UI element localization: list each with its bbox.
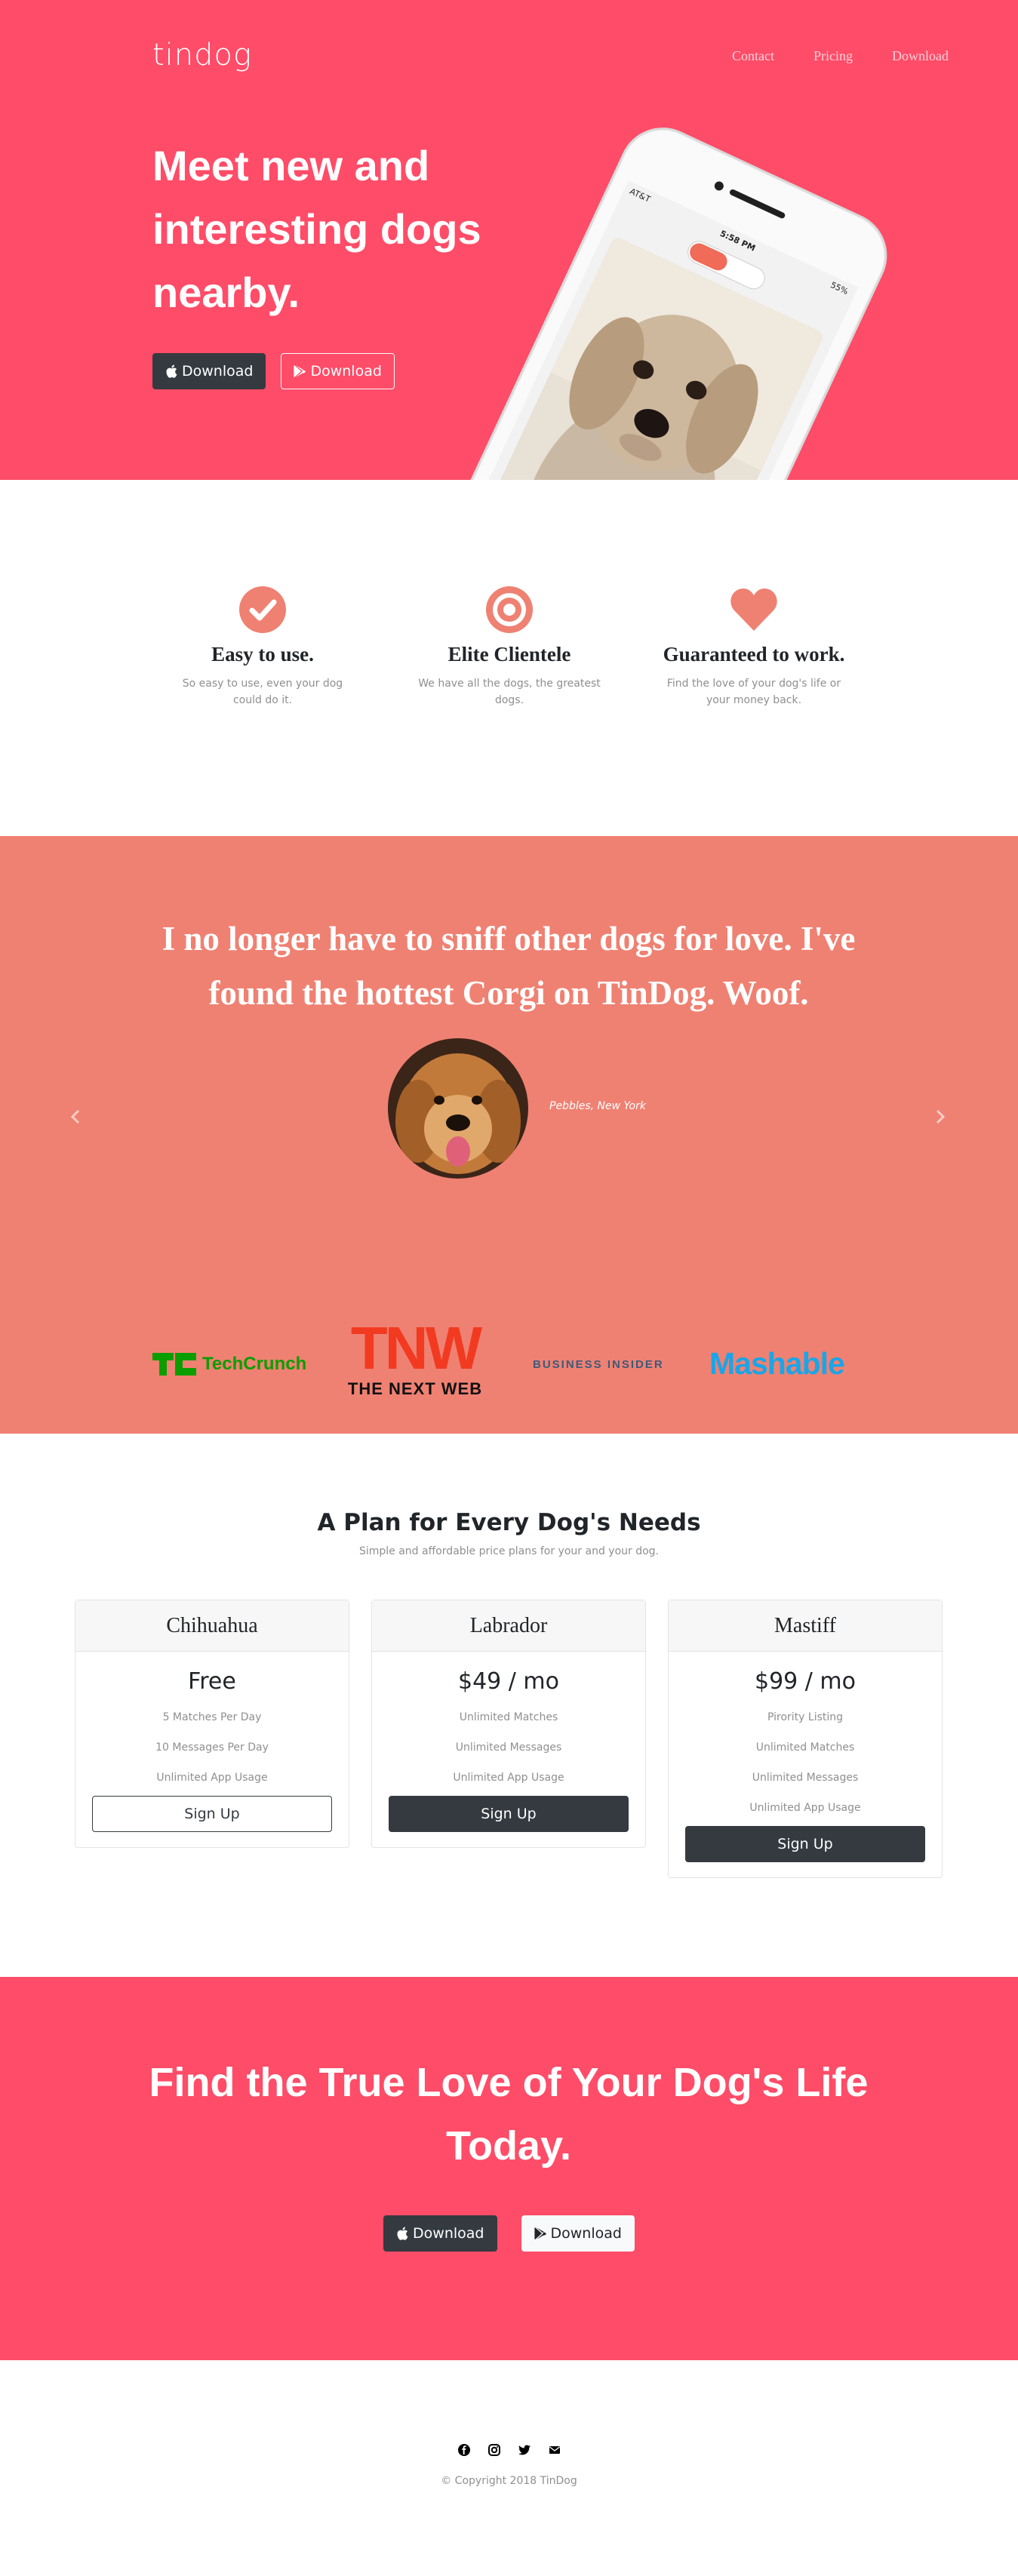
- pricing-section: A Plan for Every Dog's Needs Simple and …: [0, 1434, 1018, 1977]
- feature-title: Elite Clientele: [447, 643, 571, 666]
- envelope-icon[interactable]: [548, 2443, 561, 2457]
- cta-title: Find the True Love of Your Dog's Life To…: [149, 2060, 869, 2169]
- google-play-download-label: Download: [310, 363, 382, 380]
- check-circle-icon: [239, 586, 286, 633]
- tnw-wordmark: TNW: [350, 1314, 482, 1382]
- google-play-download-button[interactable]: Download: [281, 353, 395, 389]
- plan-feature: Unlimited Messages: [752, 1772, 859, 1784]
- card-body: $49 / mo Unlimited Matches Unlimited Mes…: [372, 1652, 645, 1847]
- signup-button-mastiff[interactable]: Sign Up: [685, 1826, 925, 1862]
- hero-buttons: Download Download: [152, 353, 395, 389]
- pricing-title: A Plan for Every Dog's Needs: [317, 1509, 701, 1536]
- nav-links: Contact Pricing Download: [732, 48, 949, 64]
- instagram-icon[interactable]: [487, 2443, 501, 2457]
- feature-title: Easy to use.: [211, 643, 314, 666]
- hero-title: Meet new and interesting dogs nearby.: [152, 142, 481, 316]
- press-logos: TechCrunch TNW THE NEXT WEB BUSINESS INS…: [0, 1274, 1018, 1398]
- plan-price: $49 / mo: [457, 1668, 560, 1695]
- feature-text: Find the love of your dog's life or your…: [666, 678, 841, 706]
- apple-icon: [166, 364, 177, 378]
- mashable-logo: Mashable: [709, 1346, 845, 1381]
- pricing-card-chihuahua: Chihuahua Free 5 Matches Per Day 10 Mess…: [75, 1600, 349, 1848]
- apple-download-label: Download: [182, 363, 254, 380]
- google-play-download-button[interactable]: Download: [521, 2215, 635, 2252]
- signup-button-chihuahua[interactable]: Sign Up: [92, 1796, 332, 1832]
- apple-download-label: Download: [413, 2225, 484, 2242]
- card-body: $99 / mo Pirority Listing Unlimited Matc…: [669, 1652, 942, 1877]
- feature-text: We have all the dogs, the greatest dogs.: [418, 678, 601, 706]
- feature-elite: Elite Clientele We have all the dogs, th…: [415, 586, 604, 709]
- testimonial-quote: I no longer have to sniff other dogs for…: [161, 920, 856, 1012]
- plan-feature: Unlimited App Usage: [453, 1772, 564, 1784]
- footer: © Copyright 2018 TinDog: [0, 2360, 1018, 2537]
- apple-download-button[interactable]: Download: [383, 2215, 497, 2252]
- pricing-card-labrador: Labrador $49 / mo Unlimited Matches Unli…: [371, 1600, 646, 1848]
- pricing-card-mastiff: Mastiff $99 / mo Pirority Listing Unlimi…: [668, 1600, 943, 1878]
- google-play-icon: [294, 365, 306, 377]
- nav-link-download[interactable]: Download: [892, 48, 949, 64]
- facebook-icon[interactable]: [457, 2443, 471, 2457]
- techcrunch-wordmark: TechCrunch: [202, 1354, 307, 1374]
- brand-logo[interactable]: tindog: [152, 38, 252, 72]
- plan-feature: 5 Matches Per Day: [162, 1711, 262, 1723]
- testimonial-author: Pebbles, New York: [549, 1100, 646, 1112]
- toggle-knob: [687, 240, 730, 274]
- navbar: tindog Contact Pricing Download: [152, 30, 949, 83]
- twitter-icon[interactable]: [518, 2443, 531, 2457]
- carousel-next-button[interactable]: [925, 1102, 955, 1132]
- chevron-left-icon: [70, 1109, 80, 1124]
- plan-feature: Unlimited App Usage: [749, 1802, 861, 1814]
- plan-price: Free: [188, 1668, 236, 1695]
- plan-name: Mastiff: [669, 1600, 942, 1652]
- plan-feature: Unlimited Messages: [455, 1741, 562, 1754]
- pricing-subtitle: Simple and affordable price plans for yo…: [358, 1545, 660, 1557]
- chevron-right-icon: [936, 1109, 946, 1124]
- apple-icon: [397, 2227, 408, 2240]
- nav-link-contact[interactable]: Contact: [732, 48, 774, 64]
- plan-feature: 10 Messages Per Day: [155, 1741, 269, 1754]
- cta-buttons: Download Download: [0, 2215, 1018, 2252]
- plan-feature: Pirority Listing: [767, 1711, 844, 1723]
- tnw-logo: TNW THE NEXT WEB: [340, 1317, 491, 1399]
- google-play-download-label: Download: [550, 2225, 622, 2242]
- apple-download-button[interactable]: Download: [152, 353, 266, 389]
- card-body: Free 5 Matches Per Day 10 Messages Per D…: [75, 1652, 349, 1847]
- feature-title: Guaranteed to work.: [663, 643, 845, 666]
- signup-button-labrador[interactable]: Sign Up: [389, 1796, 629, 1832]
- cta-section: Find the True Love of Your Dog's Life To…: [0, 1977, 1018, 2360]
- status-battery: 55%: [829, 280, 850, 297]
- plan-feature: Unlimited App Usage: [156, 1772, 268, 1784]
- testimonials-section: I no longer have to sniff other dogs for…: [0, 836, 1018, 1434]
- social-links: [0, 2443, 1018, 2457]
- techcrunch-mark-icon: [152, 1353, 196, 1376]
- bullseye-icon: [486, 586, 533, 633]
- copyright-text: © Copyright 2018 TinDog: [441, 2475, 577, 2487]
- nav-link-pricing[interactable]: Pricing: [813, 48, 853, 64]
- google-play-icon: [534, 2227, 546, 2239]
- feature-text: So easy to use, even your dog could do i…: [182, 678, 343, 706]
- testimonial-dog-image: [388, 1038, 528, 1179]
- carousel-prev-button[interactable]: [60, 1102, 91, 1132]
- features-section: Easy to use. So easy to use, even your d…: [0, 480, 1018, 836]
- business-insider-logo: BUSINESS INSIDER: [533, 1358, 664, 1371]
- plan-feature: Unlimited Matches: [755, 1741, 855, 1754]
- plan-name: Labrador: [372, 1600, 645, 1652]
- plan-name: Chihuahua: [75, 1600, 349, 1652]
- hero-section: tindog Contact Pricing Download Meet new…: [0, 0, 1018, 480]
- plan-price: $99 / mo: [754, 1668, 857, 1695]
- tnw-subtitle: THE NEXT WEB: [347, 1379, 483, 1398]
- feature-guaranteed: Guaranteed to work. Find the love of you…: [660, 586, 848, 709]
- status-carrier: AT&T: [628, 186, 652, 204]
- techcrunch-logo: TechCrunch: [152, 1349, 306, 1379]
- heart-icon: [730, 589, 777, 631]
- feature-easy: Easy to use. So easy to use, even your d…: [168, 586, 357, 709]
- plan-feature: Unlimited Matches: [459, 1711, 558, 1723]
